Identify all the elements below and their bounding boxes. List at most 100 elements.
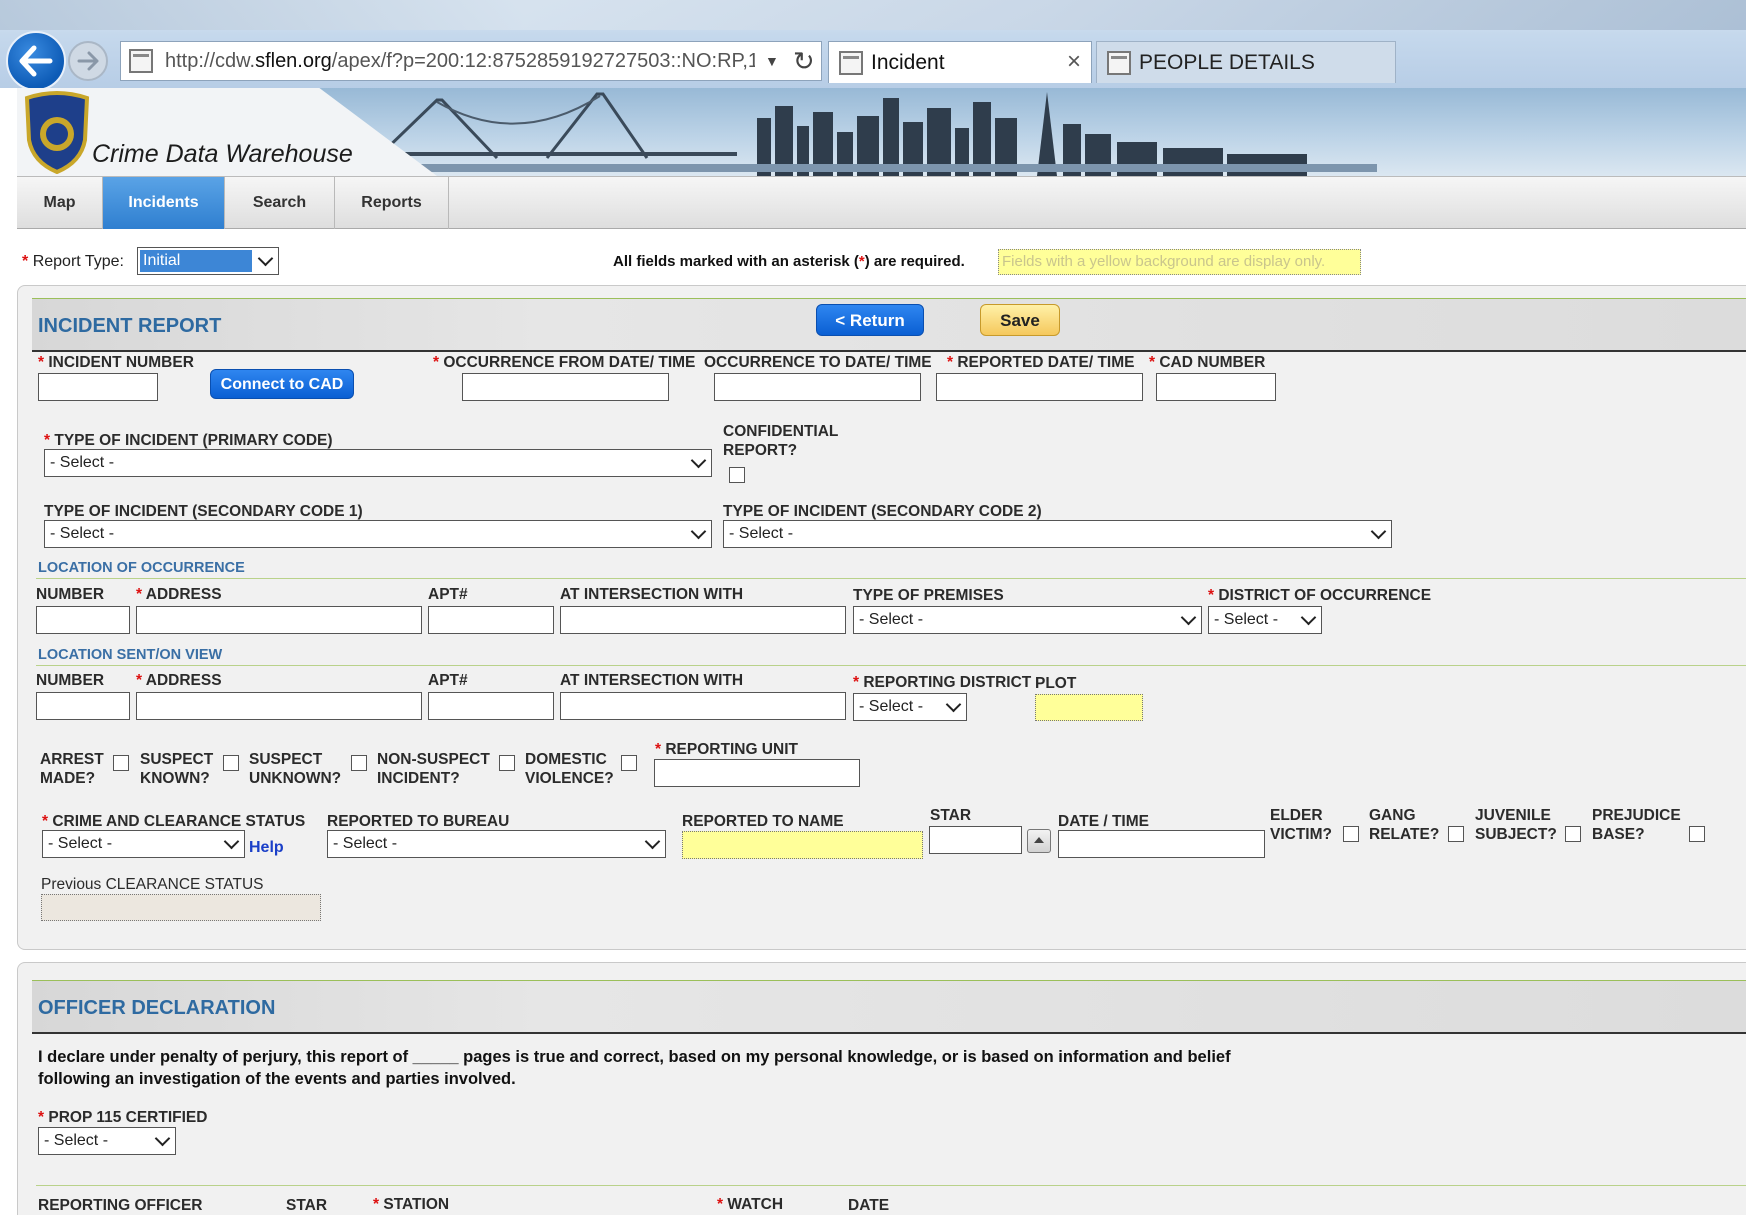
occurrence-intersection-input[interactable] (560, 606, 846, 634)
sent-apt-input[interactable] (428, 692, 554, 720)
occurrence-to-input[interactable] (714, 373, 921, 401)
reporting-district-select[interactable]: - Select - (853, 693, 967, 721)
reported-datetime-input[interactable] (936, 373, 1143, 401)
app-banner: Crime Data Warehouse (17, 88, 1746, 176)
sent-number-input[interactable] (36, 692, 130, 720)
address-label: * ADDRESS (136, 672, 222, 689)
type-secondary2-select[interactable]: - Select - (723, 520, 1392, 548)
date-time-label: DATE / TIME (1058, 813, 1149, 830)
confidential-label: CONFIDENTIAL REPORT? (723, 423, 839, 459)
officer-declaration-header: OFFICER DECLARATION (32, 980, 1746, 1034)
type-premises-select[interactable]: - Select - (853, 606, 1202, 634)
type-secondary1-label: TYPE OF INCIDENT (SECONDARY CODE 1) (44, 503, 363, 520)
sent-address-input[interactable] (136, 692, 422, 720)
reporting-officer-label: REPORTING OFFICER (38, 1197, 203, 1214)
reporting-unit-input[interactable] (654, 759, 860, 787)
apt-label: APT# (428, 672, 468, 689)
officer-date-label: DATE (848, 1197, 890, 1214)
star-lookup-button[interactable] (1027, 829, 1051, 853)
tab-label: Incident (871, 50, 945, 74)
occurrence-apt-input[interactable] (428, 606, 554, 634)
required-asterisk: * (22, 253, 29, 270)
tab-search[interactable]: Search (225, 177, 335, 229)
chevron-down-icon (225, 836, 239, 850)
forward-button[interactable] (68, 41, 108, 81)
non-suspect-checkbox[interactable] (499, 755, 515, 771)
type-premises-label: TYPE OF PREMISES (853, 587, 1004, 604)
address-bar[interactable]: http://cdw.sflen.org/apex/f?p=200:12:875… (120, 41, 822, 81)
gang-relate-checkbox[interactable] (1448, 826, 1464, 842)
prop115-select[interactable]: - Select - (38, 1127, 176, 1155)
report-type-select[interactable]: Initial (137, 247, 279, 275)
officer-star-label: STAR (286, 1197, 328, 1214)
elder-victim-checkbox[interactable] (1343, 826, 1359, 842)
location-sent-heading: LOCATION SENT/ON VIEW (38, 647, 223, 663)
url-text: http://cdw.sflen.org/apex/f?p=200:12:875… (165, 49, 755, 72)
display-only-note: Fields with a yellow background are disp… (998, 249, 1361, 275)
crime-clearance-select[interactable]: - Select - (42, 830, 245, 858)
incident-number-input[interactable] (38, 373, 158, 401)
incident-number-label: * INCIDENT NUMBER (38, 354, 194, 371)
chevron-down-icon[interactable]: ▼ (765, 53, 779, 69)
at-intersection-label: AT INTERSECTION WITH (560, 672, 744, 689)
chevron-down-icon (1302, 612, 1316, 626)
date-time-input[interactable] (1058, 830, 1265, 858)
chevron-down-icon (1182, 612, 1196, 626)
main-nav: Map Incidents Search Reports (17, 176, 1746, 229)
domestic-violence-checkbox[interactable] (621, 755, 637, 771)
police-badge-icon (24, 91, 90, 174)
arrest-made-checkbox[interactable] (113, 755, 129, 771)
reported-datetime-label: * REPORTED DATE/ TIME (947, 354, 1135, 371)
cad-number-input[interactable] (1156, 373, 1276, 401)
tab-reports[interactable]: Reports (335, 177, 449, 229)
confidential-checkbox[interactable] (729, 467, 745, 483)
occurrence-number-input[interactable] (36, 606, 130, 634)
star-label: STAR (930, 807, 972, 824)
type-secondary1-select[interactable]: - Select - (44, 520, 712, 548)
reported-name-display (682, 831, 923, 859)
elder-victim-label: ELDER VICTIM? (1270, 807, 1332, 843)
connect-to-cad-button[interactable]: Connect to CAD (210, 369, 354, 399)
suspect-known-label: SUSPECT KNOWN? (140, 751, 214, 787)
previous-clearance-display (41, 894, 321, 921)
reporting-unit-label: * REPORTING UNIT (655, 741, 798, 758)
prejudice-base-label: PREJUDICE BASE? (1592, 807, 1681, 843)
tab-incident[interactable]: Incident × (828, 41, 1092, 83)
chevron-down-icon (259, 253, 273, 267)
section-divider (36, 1185, 1746, 1186)
suspect-unknown-label: SUSPECT UNKNOWN? (249, 751, 342, 787)
suspect-unknown-checkbox[interactable] (351, 755, 367, 771)
reported-bureau-select[interactable]: - Select - (327, 830, 666, 858)
chevron-down-icon (692, 526, 706, 540)
return-button[interactable]: < Return (816, 304, 924, 336)
cad-number-label: * CAD NUMBER (1149, 354, 1266, 371)
juvenile-subject-label: JUVENILE SUBJECT? (1475, 807, 1557, 843)
tab-map[interactable]: Map (17, 177, 103, 229)
district-occurrence-select[interactable]: - Select - (1208, 606, 1322, 634)
type-secondary2-label: TYPE OF INCIDENT (SECONDARY CODE 2) (723, 503, 1042, 520)
help-link[interactable]: Help (249, 839, 284, 857)
chevron-down-icon (1372, 526, 1386, 540)
required-fields-note: All fields marked with an asterisk (*) a… (613, 253, 965, 270)
tab-incidents[interactable]: Incidents (103, 177, 225, 229)
refresh-icon[interactable]: ↻ (793, 48, 815, 74)
occurrence-to-label: OCCURRENCE TO DATE/ TIME (704, 354, 932, 371)
arrest-made-label: ARREST MADE? (40, 751, 104, 787)
occurrence-from-input[interactable] (462, 373, 669, 401)
suspect-known-checkbox[interactable] (223, 755, 239, 771)
back-arrow-icon (19, 45, 53, 77)
type-primary-select[interactable]: - Select - (44, 449, 712, 477)
sent-intersection-input[interactable] (560, 692, 846, 720)
close-icon[interactable]: × (1067, 48, 1081, 76)
tab-people-details[interactable]: PEOPLE DETAILS (1096, 41, 1396, 83)
juvenile-subject-checkbox[interactable] (1565, 826, 1581, 842)
back-button[interactable] (6, 31, 66, 91)
domestic-violence-label: DOMESTIC VIOLENCE? (525, 751, 614, 787)
prejudice-base-checkbox[interactable] (1689, 826, 1705, 842)
occurrence-address-input[interactable] (136, 606, 422, 634)
number-label: NUMBER (36, 672, 105, 689)
star-input[interactable] (929, 826, 1022, 854)
watch-label: * WATCH (717, 1196, 784, 1213)
at-intersection-label: AT INTERSECTION WITH (560, 586, 744, 603)
save-button[interactable]: Save (980, 304, 1060, 336)
